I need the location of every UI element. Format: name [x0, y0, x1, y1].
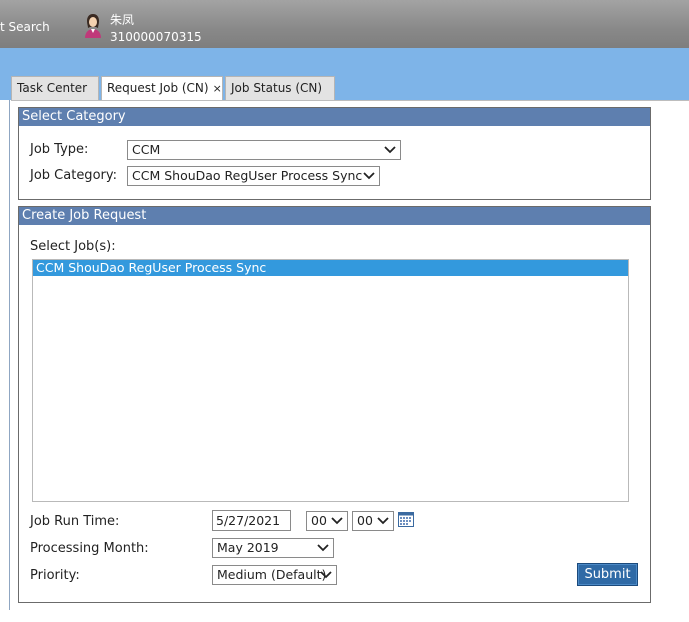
chevron-down-icon [320, 571, 332, 579]
tab-task-center[interactable]: Task Center [11, 76, 99, 100]
run-hour-select[interactable]: 00 [306, 511, 348, 531]
job-category-select[interactable]: CCM ShouDao RegUser Process Sync [127, 166, 380, 186]
chevron-down-icon [363, 172, 375, 180]
select-value: CCM ShouDao RegUser Process Sync [132, 168, 363, 183]
main-content: Select Category Job Type: CCM Job Catego… [11, 100, 689, 622]
tab-label: Job Status (CN) [231, 81, 323, 95]
chevron-down-icon [384, 146, 396, 154]
select-value: 00 [311, 513, 327, 528]
panel-title: Select Category [19, 108, 650, 126]
search-link[interactable]: t Search [0, 20, 50, 34]
processing-month-select[interactable]: May 2019 [212, 538, 334, 558]
create-job-panel: Create Job Request Select Job(s): CCM Sh… [18, 206, 651, 603]
panel-title: Create Job Request [19, 207, 650, 225]
tab-label: Request Job (CN) [107, 81, 209, 95]
user-id: 310000070315 [110, 30, 202, 44]
top-header: t Search 朱凤 310000070315 [0, 0, 689, 48]
chevron-down-icon [377, 517, 389, 525]
priority-select[interactable]: Medium (Default) [212, 565, 337, 585]
select-jobs-label: Select Job(s): [30, 239, 116, 254]
job-type-select[interactable]: CCM [127, 140, 401, 160]
select-value: CCM [132, 142, 161, 157]
tab-label: Task Center [17, 81, 88, 95]
user-name: 朱凤 [110, 13, 135, 27]
run-minute-select[interactable]: 00 [352, 511, 394, 531]
calendar-icon[interactable] [398, 512, 414, 527]
select-value: 00 [357, 513, 373, 528]
tab-job-status[interactable]: Job Status (CN) [225, 76, 335, 100]
chevron-down-icon [331, 517, 343, 525]
select-category-panel: Select Category Job Type: CCM Job Catego… [18, 107, 651, 200]
close-icon[interactable]: × [213, 82, 222, 95]
job-run-time-label: Job Run Time: [30, 514, 120, 529]
chevron-down-icon [317, 544, 329, 552]
user-icon [85, 14, 101, 38]
job-label: CCM ShouDao RegUser Process Sync [36, 260, 267, 275]
select-value: Medium (Default) [217, 567, 327, 582]
processing-month-label: Processing Month: [30, 541, 149, 556]
job-category-label: Job Category: [30, 168, 117, 183]
jobs-listbox[interactable]: CCM ShouDao RegUser Process Sync [32, 259, 629, 502]
left-panel [0, 100, 10, 610]
job-type-label: Job Type: [30, 142, 89, 157]
run-date-input[interactable]: 5/27/2021 [212, 510, 291, 531]
select-value: May 2019 [217, 540, 279, 555]
tab-request-job[interactable]: Request Job (CN) × [101, 76, 223, 101]
run-date-value: 5/27/2021 [216, 513, 281, 528]
priority-label: Priority: [30, 568, 80, 583]
submit-button[interactable]: Submit [577, 563, 638, 586]
list-item[interactable]: CCM ShouDao RegUser Process Sync [33, 260, 628, 276]
